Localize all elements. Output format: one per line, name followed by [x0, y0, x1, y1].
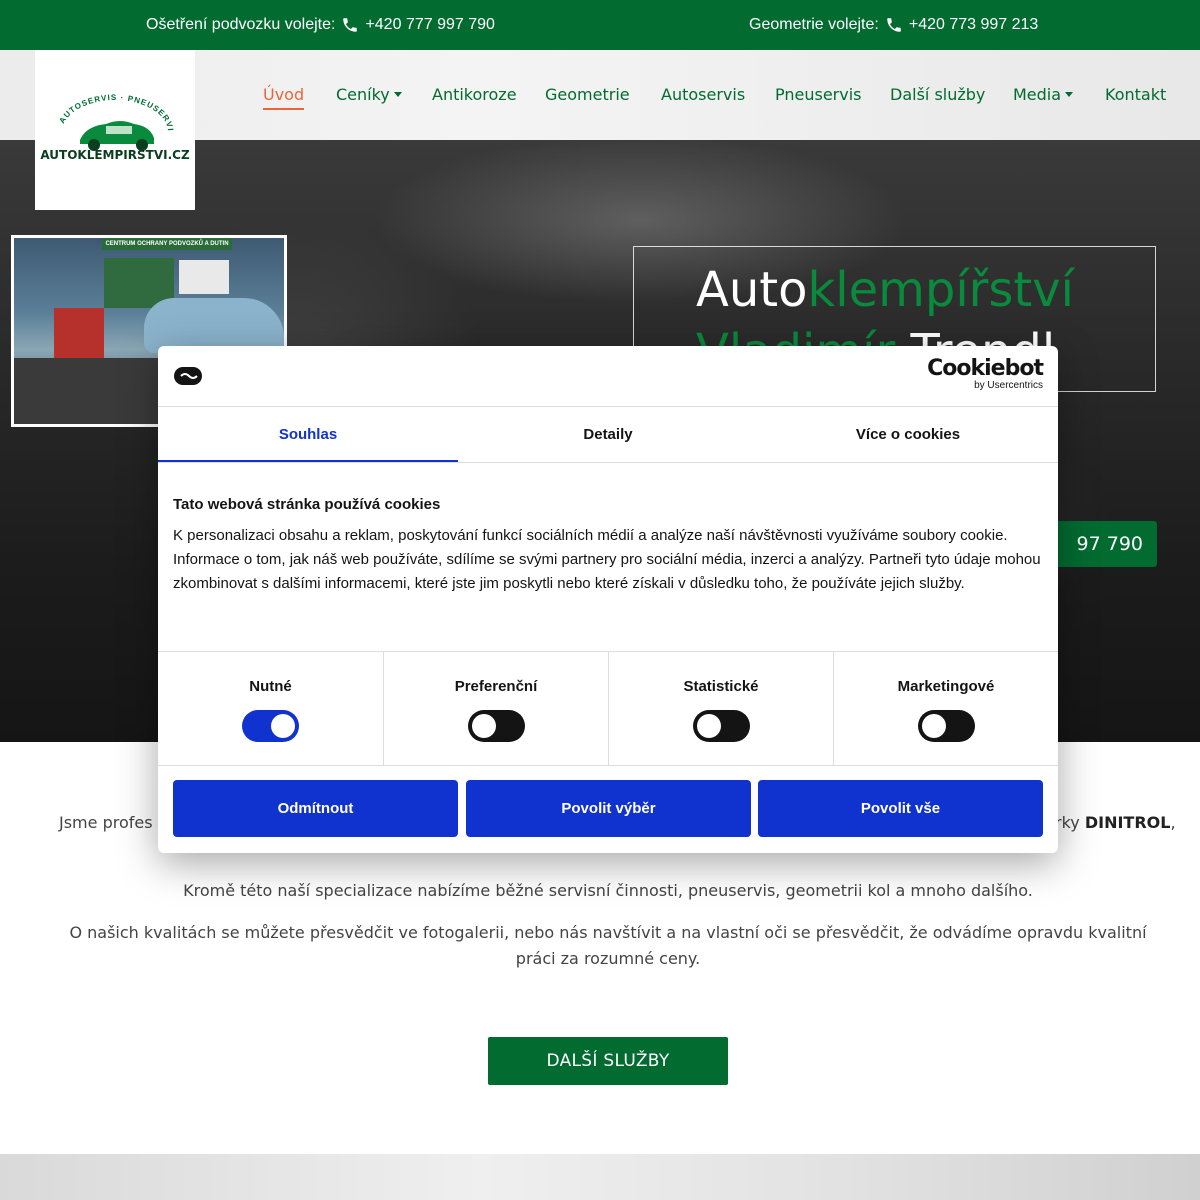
cookiebot-logo[interactable]: Cookiebot by Usercentrics	[927, 356, 1044, 392]
nav-ceniky[interactable]: Ceníky	[336, 50, 402, 140]
category-label: Statistické	[683, 678, 759, 695]
bottom-image-band	[0, 1154, 1200, 1200]
nav-pneuservis[interactable]: Pneuservis	[775, 50, 862, 140]
cookie-categories: Nutné Preferenční Statistické Marketingo…	[158, 651, 1058, 766]
intro-paragraph-3-line1: O našich kvalitách se můžete přesvědčit …	[69, 923, 1147, 942]
intro-paragraph-2: Kromě této naší specializace nabízíme bě…	[183, 881, 1033, 900]
top-contact-bar: Ošetření podvozku volejte: +420 777 997 …	[0, 0, 1200, 50]
category-statisticke: Statistické	[608, 652, 833, 765]
intro-paragraph-start: Jsme profes	[59, 813, 153, 832]
cookie-title: Tato webová stránka používá cookies	[173, 496, 441, 513]
phone-icon	[887, 18, 901, 32]
nav-uvod[interactable]: Úvod	[263, 50, 305, 140]
underbody-contact: Ošetření podvozku volejte: +420 777 997 …	[146, 0, 495, 50]
more-services-button[interactable]: DALŠÍ SLUŽBY	[488, 1037, 728, 1085]
tab-detaily[interactable]: Detaily	[458, 407, 758, 462]
cookie-tabs: Souhlas Detaily Více o cookies	[158, 407, 1058, 463]
underbody-phone-link[interactable]: +420 777 997 790	[365, 16, 494, 34]
cookie-description: K personalizaci obsahu a reklam, poskyto…	[173, 527, 1041, 592]
intro-paragraph-end: rky DINITROL,	[1055, 810, 1176, 836]
toggle-statisticke[interactable]	[693, 710, 750, 742]
site-logo[interactable]: AUTOSERVIS · PNEUSERVIS AUTOKLEMPIRSTVI.…	[35, 50, 195, 210]
category-nutne: Nutné	[158, 652, 383, 765]
cookie-header: Cookiebot by Usercentrics	[158, 346, 1058, 407]
intro-comma: ,	[1170, 813, 1176, 832]
geometry-label: Geometrie volejte:	[749, 16, 879, 33]
chevron-down-icon	[1065, 92, 1074, 97]
toggle-nutne[interactable]	[242, 710, 299, 742]
toggle-marketingove[interactable]	[918, 710, 975, 742]
tab-vice-o-cookies[interactable]: Více o cookies	[758, 407, 1058, 462]
decline-button[interactable]: Odmítnout	[173, 780, 458, 837]
dinitrol-brand: DINITROL	[1084, 813, 1171, 832]
category-label: Nutné	[249, 678, 292, 695]
geometry-contact: Geometrie volejte: +420 773 997 213	[749, 0, 1038, 50]
photo-sign: CENTRUM OCHRANY PODVOZKŮ A DUTIN	[102, 238, 232, 250]
tab-souhlas[interactable]: Souhlas	[158, 407, 458, 462]
logo-domain: AUTOKLEMPIRSTVI.CZ	[40, 148, 190, 162]
nav-dalsi-sluzby[interactable]: Další služby	[890, 50, 985, 140]
intro-fragment: rky	[1055, 813, 1080, 832]
toggle-preferencni[interactable]	[468, 710, 525, 742]
intro-paragraph-3-line2: práci za rozumné ceny.	[515, 949, 701, 968]
chevron-down-icon	[393, 92, 402, 97]
nav-ceniky-label: Ceníky	[336, 85, 390, 104]
nav-kontakt[interactable]: Kontakt	[1105, 50, 1166, 140]
category-label: Marketingové	[897, 678, 995, 695]
hero-title-part1: Auto	[696, 262, 808, 318]
hero-title-part2: klempířství	[807, 262, 1074, 318]
nav-geometrie[interactable]: Geometrie	[545, 50, 630, 140]
category-label: Preferenční	[454, 678, 538, 695]
intro-paragraph-3: O našich kvalitách se můžete přesvědčit …	[60, 920, 1156, 972]
cookie-icon	[174, 367, 202, 385]
category-preferencni: Preferenční	[383, 652, 608, 765]
category-marketingove: Marketingové	[833, 652, 1058, 765]
allow-selection-button[interactable]: Povolit výběr	[466, 780, 751, 837]
phone-icon	[343, 18, 358, 32]
allow-all-button[interactable]: Povolit vše	[758, 780, 1043, 837]
nav-media[interactable]: Media	[1013, 50, 1074, 140]
underbody-label: Ošetření podvozku volejte:	[146, 16, 336, 33]
cookiebot-brand: Cookiebot	[927, 356, 1044, 381]
geometry-phone-link[interactable]: +420 773 997 213	[909, 16, 1038, 34]
nav-antikoroze[interactable]: Antikoroze	[432, 50, 517, 140]
cookie-consent-dialog: Cookiebot by Usercentrics Souhlas Detail…	[158, 346, 1058, 853]
nav-autoservis[interactable]: Autoservis	[661, 50, 745, 140]
nav-media-label: Media	[1013, 85, 1062, 104]
cookiebot-sub: by Usercentrics	[974, 380, 1043, 391]
